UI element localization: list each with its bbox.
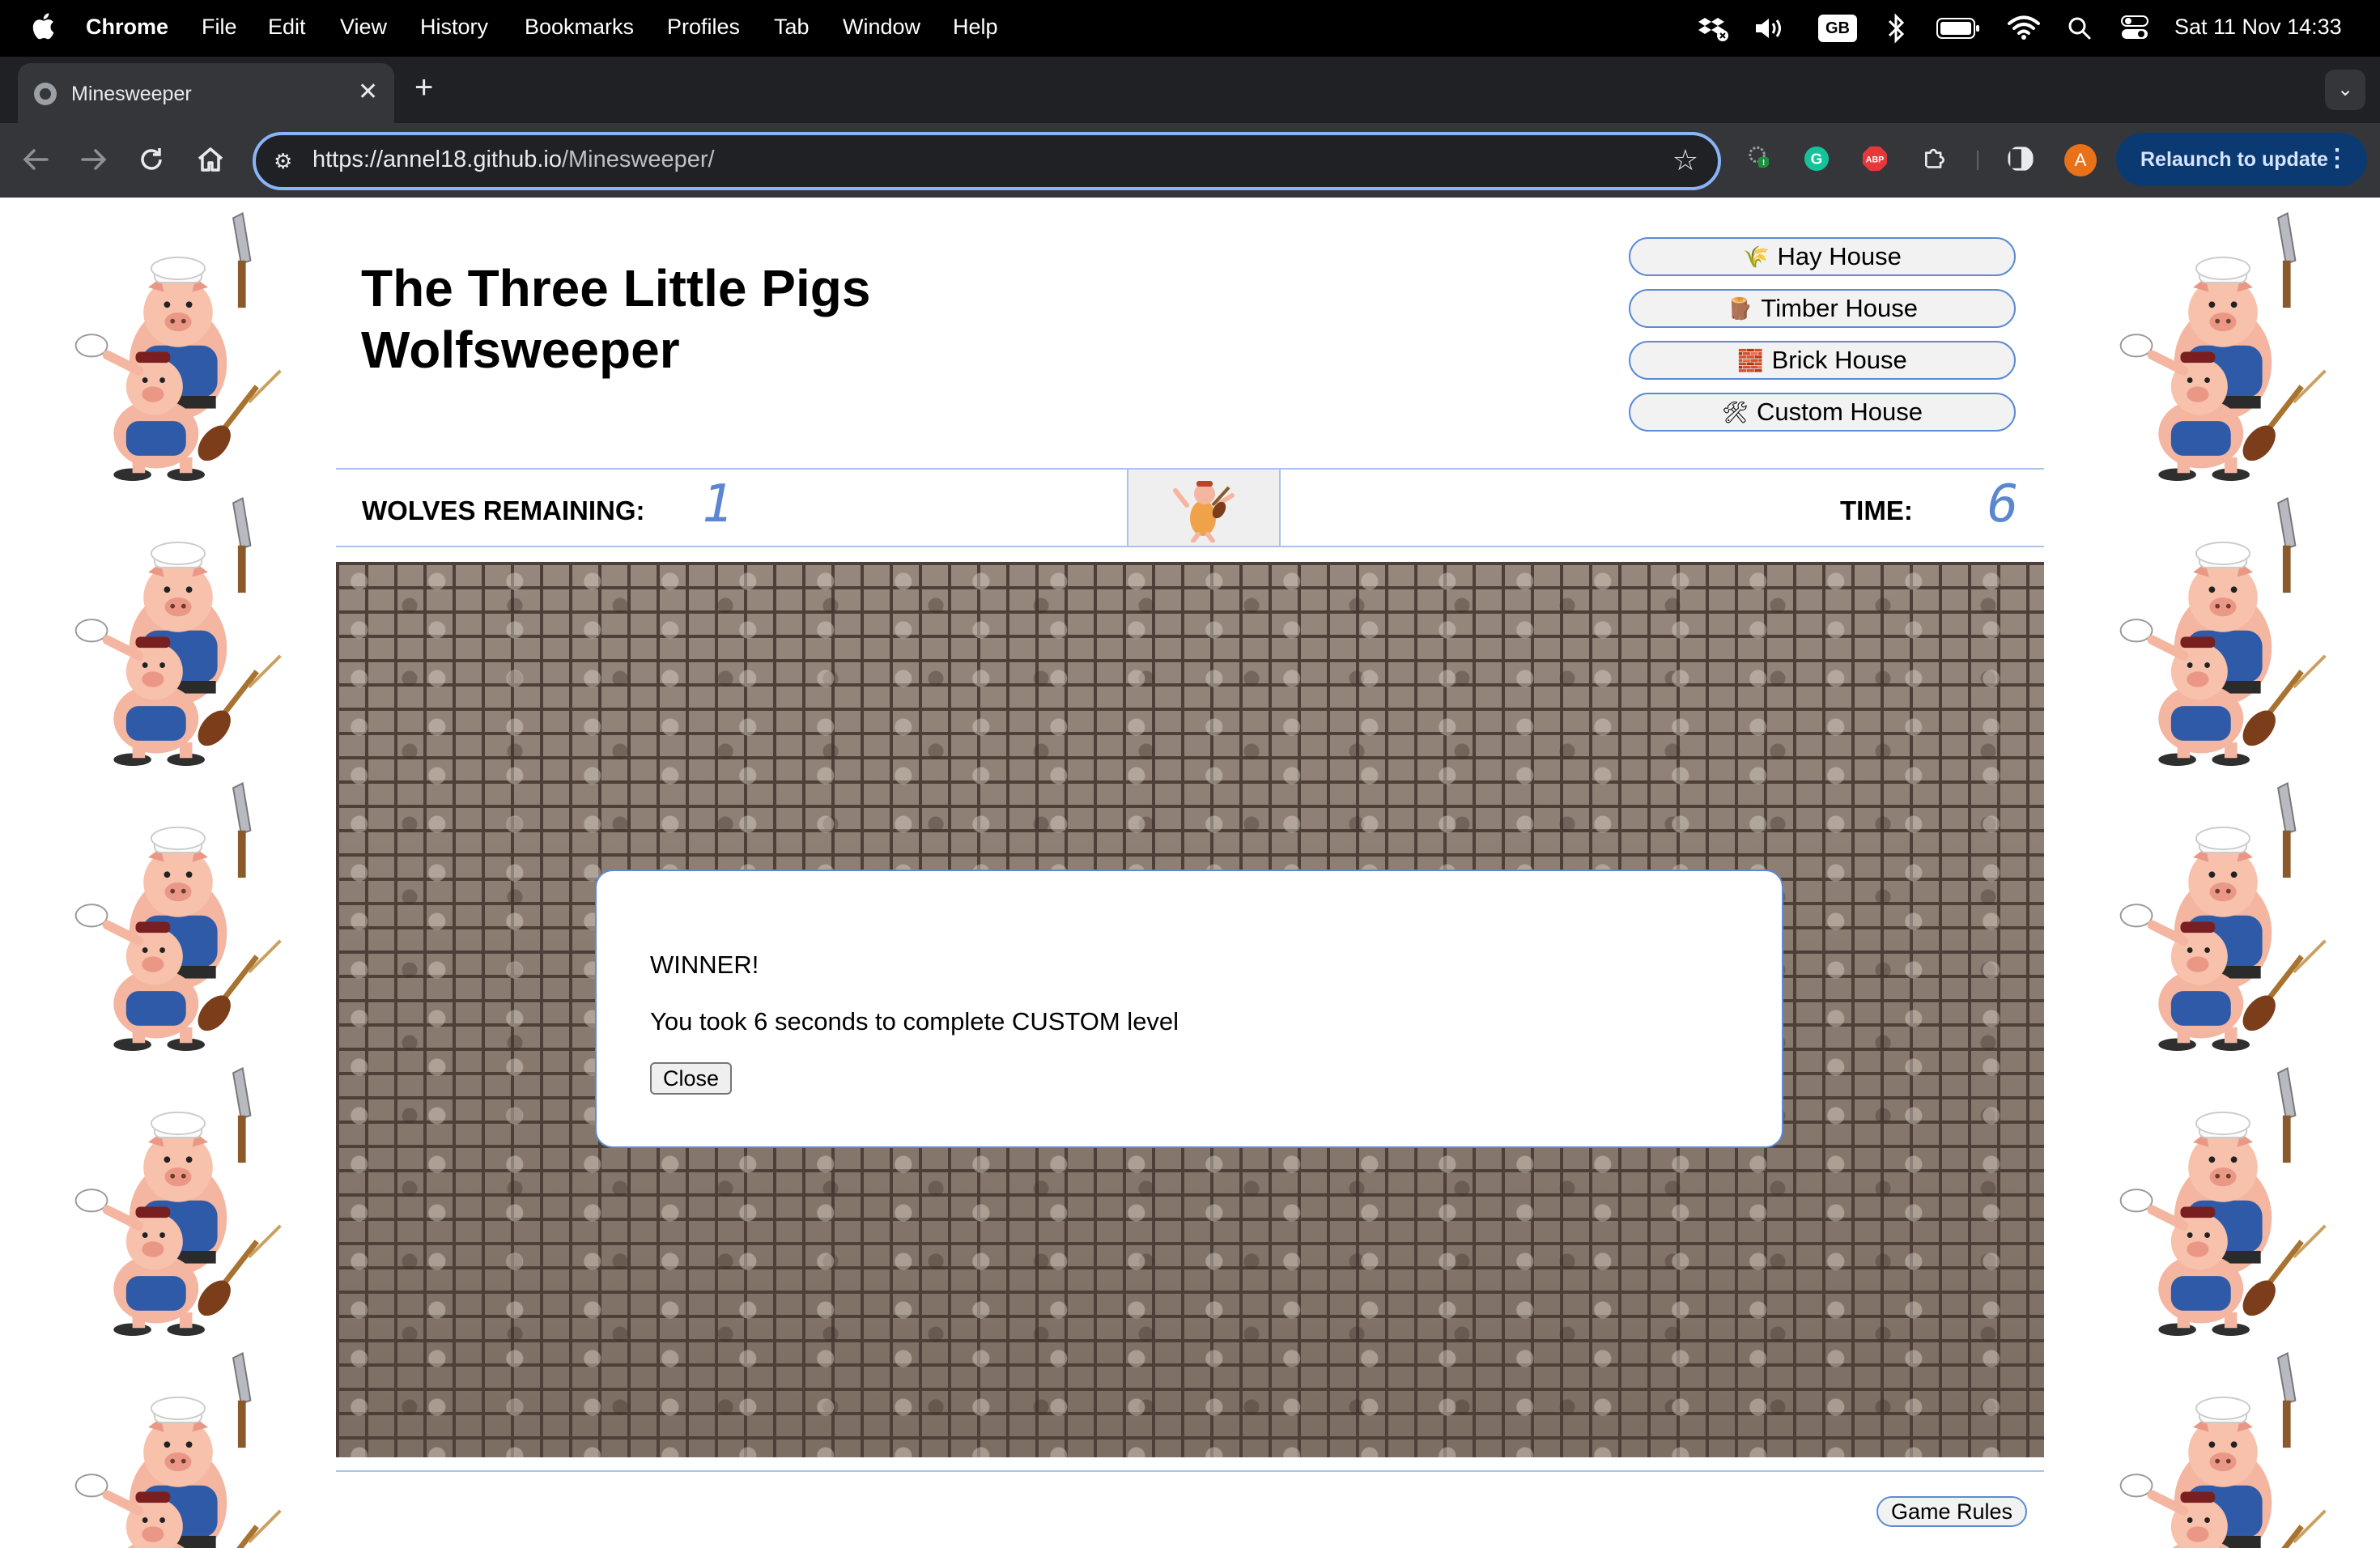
menu-window[interactable]: Window (843, 15, 920, 40)
apple-logo-icon[interactable] (31, 11, 55, 40)
abp-label: ABP (1866, 155, 1885, 164)
three-pigs-image (57, 768, 300, 1051)
back-arrow-icon[interactable] (21, 147, 50, 172)
reset-game-face-button[interactable] (1127, 470, 1281, 546)
game-rules-button[interactable]: Game Rules (1876, 1496, 2028, 1527)
page-title: The Three Little Pigs Wolfsweeper (361, 257, 928, 381)
status-bar-bottom-divider (336, 546, 2044, 547)
page-viewport: The Three Little Pigs Wolfsweeper 🌾 Hay … (0, 198, 2380, 1548)
left-pig-column (57, 198, 300, 1548)
menu-tab[interactable]: Tab (774, 15, 810, 40)
url-text[interactable]: https://annel18.github.io/Minesweeper/ (312, 147, 715, 173)
three-pigs-image (2102, 1337, 2344, 1548)
winner-heading: WINNER! (650, 950, 759, 979)
address-bar[interactable]: ⚙ https://annel18.github.io/Minesweeper/… (253, 132, 1721, 190)
volume-icon[interactable] (1753, 16, 1786, 40)
level-label: Hay House (1777, 242, 1902, 270)
winner-dialog: WINNER! You took 6 seconds to complete C… (595, 870, 1783, 1148)
brick-icon: 🧱 (1737, 347, 1764, 372)
browser-tab[interactable]: Minesweeper ✕ (18, 63, 394, 123)
menu-profiles[interactable]: Profiles (667, 15, 740, 40)
hay-house-button[interactable]: 🌾 Hay House (1629, 237, 2016, 276)
timber-house-button[interactable]: 🪵 Timber House (1629, 289, 2016, 328)
three-pigs-image (57, 198, 300, 481)
menu-history[interactable]: History (420, 15, 488, 40)
spotlight-search-icon[interactable] (2068, 16, 2092, 40)
url-path: /Minesweeper/ (561, 147, 715, 172)
control-center-icon[interactable] (2121, 15, 2148, 40)
close-dialog-button[interactable]: Close (650, 1062, 733, 1095)
menu-view[interactable]: View (340, 15, 387, 40)
dropbox-sync-icon[interactable] (1697, 15, 1729, 42)
wood-log-icon: 🪵 (1727, 296, 1753, 321)
chrome-menu-dots-icon[interactable]: ⋮ (2325, 144, 2349, 172)
toolbar-divider (1977, 151, 1978, 170)
time-label: TIME: (1840, 495, 1913, 525)
relaunch-label: Relaunch to update (2140, 148, 2328, 171)
home-icon[interactable] (196, 146, 225, 173)
custom-house-button[interactable]: 🛠 Custom House (1629, 393, 2016, 432)
site-info-tune-icon[interactable]: ⚙ (274, 149, 292, 174)
relaunch-to-update-button[interactable]: Relaunch to update ⋮ (2116, 133, 2367, 186)
three-pigs-image (2102, 483, 2344, 766)
url-host: https://annel18.github.io (312, 147, 562, 172)
extensions-puzzle-icon[interactable] (1922, 144, 1948, 170)
menubar-clock[interactable]: Sat 11 Nov 14:33 (2174, 15, 2342, 40)
game-status-bar: WOLVES REMAINING: 1 TIME: 6 (336, 470, 2044, 546)
hay-icon: 🌾 (1743, 244, 1770, 269)
time-counter: 6 (1987, 474, 2019, 534)
menu-edit[interactable]: Edit (268, 15, 306, 40)
wolves-remaining-counter: 1 (702, 474, 733, 534)
svg-text:!: ! (1762, 159, 1765, 168)
bookmark-star-icon[interactable]: ☆ (1672, 143, 1698, 177)
three-pigs-image (2102, 198, 2344, 481)
adblock-plus-icon[interactable]: ABP (1862, 146, 1888, 172)
three-pigs-image (2102, 768, 2344, 1051)
menu-bookmarks[interactable]: Bookmarks (525, 15, 634, 40)
footer-divider (336, 1470, 2044, 1472)
three-pigs-image (2102, 1053, 2344, 1336)
dancing-pig-icon (1173, 481, 1235, 542)
reload-icon[interactable] (138, 146, 165, 173)
macos-menu-bar: Chrome File Edit View History Bookmarks … (0, 0, 2380, 57)
battery-icon[interactable] (1936, 18, 1980, 39)
wifi-icon[interactable] (2008, 15, 2040, 40)
three-pigs-image (57, 1337, 300, 1548)
extension-loading-icon[interactable]: ! (1745, 144, 1771, 170)
winner-message: You took 6 seconds to complete CUSTOM le… (650, 1007, 1179, 1036)
three-pigs-image (57, 483, 300, 766)
three-pigs-image (57, 1053, 300, 1336)
svg-text:G: G (1811, 151, 1823, 168)
bluetooth-icon[interactable] (1886, 13, 1906, 44)
tab-title: Minesweeper (71, 83, 192, 105)
menu-app-name[interactable]: Chrome (86, 15, 168, 40)
menu-file[interactable]: File (202, 15, 237, 40)
side-panel-icon[interactable] (2008, 146, 2034, 172)
level-label: Brick House (1771, 346, 1907, 374)
right-pig-column (2102, 198, 2344, 1548)
tools-icon: 🛠 (1721, 399, 1749, 424)
level-label: Custom House (1756, 398, 1923, 426)
tab-search-chevron-icon[interactable]: ⌄ (2325, 70, 2365, 110)
level-label: Timber House (1761, 294, 1918, 322)
menu-help[interactable]: Help (953, 15, 998, 40)
input-source-badge[interactable]: GB (1818, 15, 1857, 42)
tab-close-icon[interactable]: ✕ (358, 78, 378, 106)
grammarly-icon[interactable]: G (1804, 146, 1830, 172)
page-title-line-2: Wolfsweeper (361, 321, 680, 379)
wolves-remaining-label: WOLVES REMAINING: (362, 495, 645, 525)
tab-favicon-icon (34, 83, 57, 105)
new-tab-plus-icon[interactable]: + (414, 70, 433, 106)
forward-arrow-icon[interactable] (79, 147, 108, 172)
brick-house-button[interactable]: 🧱 Brick House (1629, 341, 2016, 380)
page-title-line-1: The Three Little Pigs (361, 259, 871, 317)
browser-tab-strip: Minesweeper ✕ (0, 57, 2380, 123)
profile-avatar[interactable]: A (2064, 144, 2097, 176)
